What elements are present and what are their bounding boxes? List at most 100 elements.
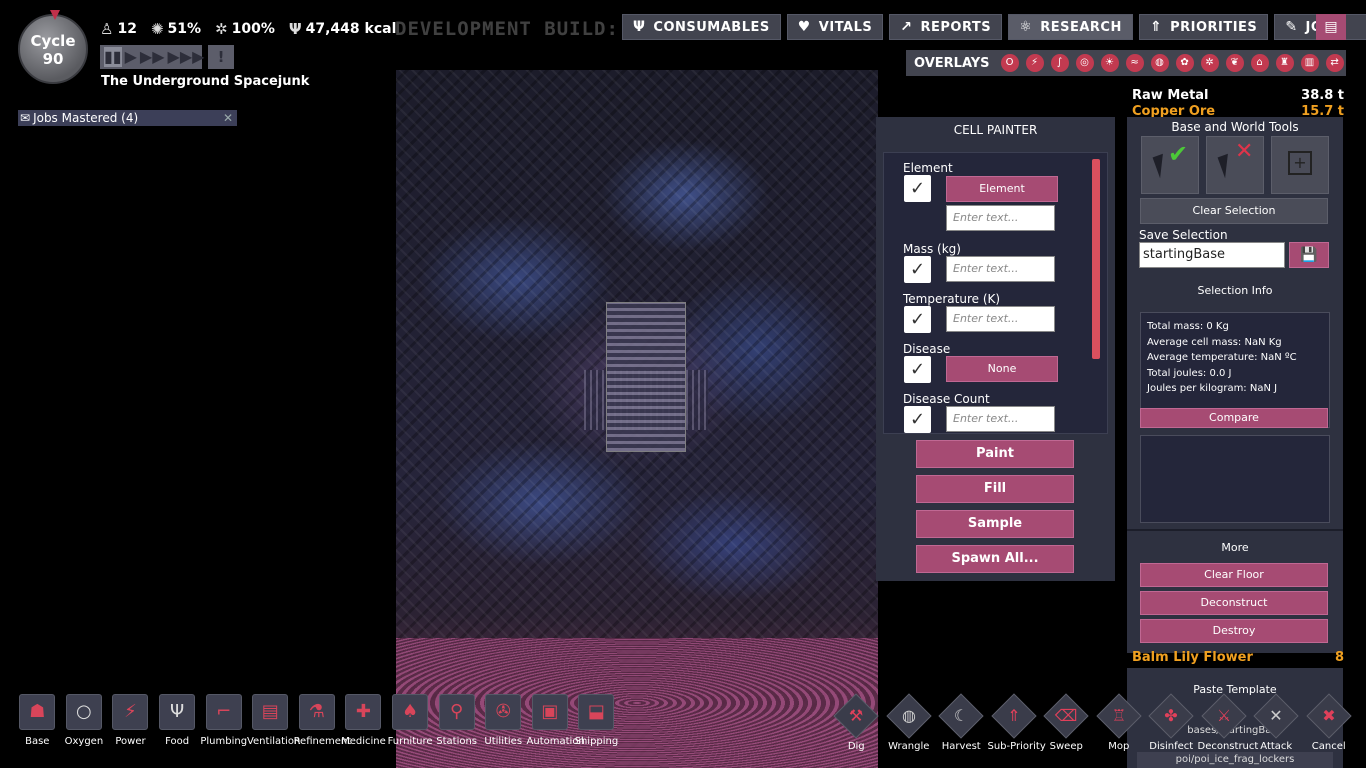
element-checkbox[interactable]: ✓ [904,175,931,202]
disease-select-button[interactable]: None [946,356,1058,382]
clear-selection-button[interactable]: Clear Selection [1140,198,1328,224]
tool-harvest[interactable]: ☾ Harvest [935,693,988,752]
select-add-button[interactable]: ✔ [1141,136,1199,194]
disease-count-input[interactable]: Enter text... [946,406,1055,432]
temperature-checkbox[interactable]: ✓ [904,306,931,333]
world-view[interactable] [396,70,878,768]
temperature-input[interactable]: Enter text... [946,306,1055,332]
destroy-button[interactable]: Destroy [1140,619,1328,643]
build-power[interactable]: ⚡ Power [107,694,154,747]
priorities-button[interactable]: ⇑ PRIORITIES [1138,14,1269,40]
lamp-icon: ♠ [392,694,429,730]
template-item[interactable]: poi/poi_ice_frag_lockers [1137,752,1333,768]
research-button[interactable]: ⚛ RESEARCH [1008,14,1133,40]
play-speed-1-button[interactable]: ▶ [125,47,137,67]
info-joules-per-kilogram: Joules per kilogram: NaN J [1147,383,1278,394]
save-icon[interactable]: 💾 [1289,242,1329,268]
temperature-overlay-icon[interactable]: ∫ [1050,54,1069,72]
resource-item-balm-lily[interactable]: Balm Lily Flower 8 [1132,650,1344,665]
build-food[interactable]: Ψ Food [154,694,201,747]
element-search-input[interactable]: Enter text... [946,205,1055,231]
priority-icon: ⇑ [991,693,1037,739]
build-stations[interactable]: ⚲ Stations [433,694,480,747]
info-total-mass: Total mass: 0 Kg [1147,321,1229,332]
gas-overlay-icon[interactable]: ◍ [1150,54,1169,72]
build-medicine[interactable]: ✚ Medicine [340,694,387,747]
build-ventilation[interactable]: ▤ Ventilation [247,694,300,747]
vitals-button[interactable]: ♥ VITALS [786,14,884,40]
build-plumbing[interactable]: ⌐ Plumbing [200,694,247,747]
resource-list[interactable]: Raw Metal 38.8 t Copper Ore 15.7 t [1132,88,1344,120]
clear-floor-button[interactable]: Clear Floor [1140,563,1328,587]
build-utilities[interactable]: ✇ Utilities [480,694,527,747]
duplicant-count[interactable]: ♙ 12 [100,20,137,38]
tool-cancel[interactable]: ✖ Cancel [1303,693,1356,752]
disease-checkbox[interactable]: ✓ [904,356,931,383]
build-base[interactable]: ☗ Base [14,694,61,747]
element-label: Element [903,161,953,175]
fill-button[interactable]: Fill [916,475,1074,503]
decor-overlay-icon[interactable]: ❦ [1225,54,1244,72]
pause-button[interactable]: ▮▮ [104,47,122,67]
red-alert-button[interactable]: ! [208,45,234,69]
calories-stat[interactable]: Ψ 47,448 kcal [289,20,397,38]
stress-stat[interactable]: ✺ 51% [151,20,201,38]
tool-sweep[interactable]: ⌫ Sweep [1040,693,1093,752]
element-select-button[interactable]: Element [946,176,1058,202]
tool-mop[interactable]: ♖ Mop [1093,693,1146,752]
build-shipping[interactable]: ⬓ Shipping [573,694,620,747]
oxygen-overlay-icon[interactable]: O [1000,54,1019,72]
play-speed-2-button[interactable]: ▶▶ [140,47,165,67]
rooms-overlay-icon[interactable]: ⌂ [1250,54,1269,72]
save-selection-input[interactable]: startingBase [1139,242,1285,268]
deconstruct-all-button[interactable]: Deconstruct [1140,591,1328,615]
tool-attack[interactable]: ✕ Attack [1250,693,1303,752]
mass-input[interactable]: Enter text... [946,256,1055,282]
colony-structure[interactable] [606,302,686,452]
codex-book-icon[interactable]: ▤ [1316,14,1346,40]
tool-sub-priority[interactable]: ⇑ Sub-Priority [988,693,1046,752]
painter-fields[interactable]: Element ✓ Element Enter text... Mass (kg… [883,152,1108,434]
build-refinement[interactable]: ⚗ Refinement [294,694,351,747]
build-furniture[interactable]: ♠ Furniture [387,694,434,747]
cycle-counter[interactable]: Cycle 90 [18,10,88,84]
resource-category[interactable]: Raw Metal 38.8 t [1132,88,1344,104]
build-oxygen[interactable]: ○ Oxygen [61,694,108,747]
farming-overlay-icon[interactable]: ✿ [1175,54,1194,72]
tool-disinfect[interactable]: ✤ Disinfect [1145,693,1198,752]
info-total-joules: Total joules: 0.0 J [1147,367,1232,379]
copy-selection-button[interactable]: + [1271,136,1329,194]
automation-overlay-icon[interactable]: ▥ [1300,54,1319,72]
notification-jobs-mastered[interactable]: ✉ Jobs Mastered (4) ✕ [18,110,237,126]
paint-button[interactable]: Paint [916,440,1074,468]
faucet-icon: ⌐ [205,694,242,730]
power-overlay-icon[interactable]: ⚡ [1025,54,1044,72]
health-stat[interactable]: ✲ 100% [215,20,275,38]
wrench-icon: ✎ [1285,19,1298,35]
tool-deconstruct[interactable]: ⚔ Deconstruct [1198,693,1258,752]
spawn-all-button[interactable]: Spawn All... [916,545,1074,573]
germ-overlay-icon[interactable]: ✲ [1200,54,1219,72]
materials-overlay-icon[interactable]: ◎ [1075,54,1094,72]
compare-box [1140,435,1330,523]
tool-wrangle[interactable]: ◍ Wrangle [883,693,936,752]
plumbing-overlay-icon[interactable]: ≈ [1125,54,1144,72]
sample-button[interactable]: Sample [916,510,1074,538]
consumables-button[interactable]: Ψ CONSUMABLES [622,14,781,40]
compare-button[interactable]: Compare [1140,408,1328,428]
tool-dig[interactable]: ⚒ Dig [830,693,883,752]
select-remove-button[interactable]: ✕ [1206,136,1264,194]
cross-icon: ✕ [1235,139,1254,164]
play-speed-3-button[interactable]: ▶▶▶ [168,47,205,67]
light-overlay-icon[interactable]: ☀ [1100,54,1119,72]
mass-checkbox[interactable]: ✓ [904,256,931,283]
close-icon[interactable]: ✕ [223,111,233,125]
conveyor-overlay-icon[interactable]: ⇄ [1325,54,1344,72]
reports-button[interactable]: ↗ REPORTS [889,14,1003,40]
build-automation[interactable]: ▣ Automation [527,694,585,747]
exosuit-overlay-icon[interactable]: ♜ [1275,54,1294,72]
colony-name: The Underground Spacejunk [101,74,310,89]
disease-count-checkbox[interactable]: ✓ [904,406,931,433]
power-icon: ⚡ [112,694,149,730]
scrollbar[interactable] [1092,159,1100,359]
